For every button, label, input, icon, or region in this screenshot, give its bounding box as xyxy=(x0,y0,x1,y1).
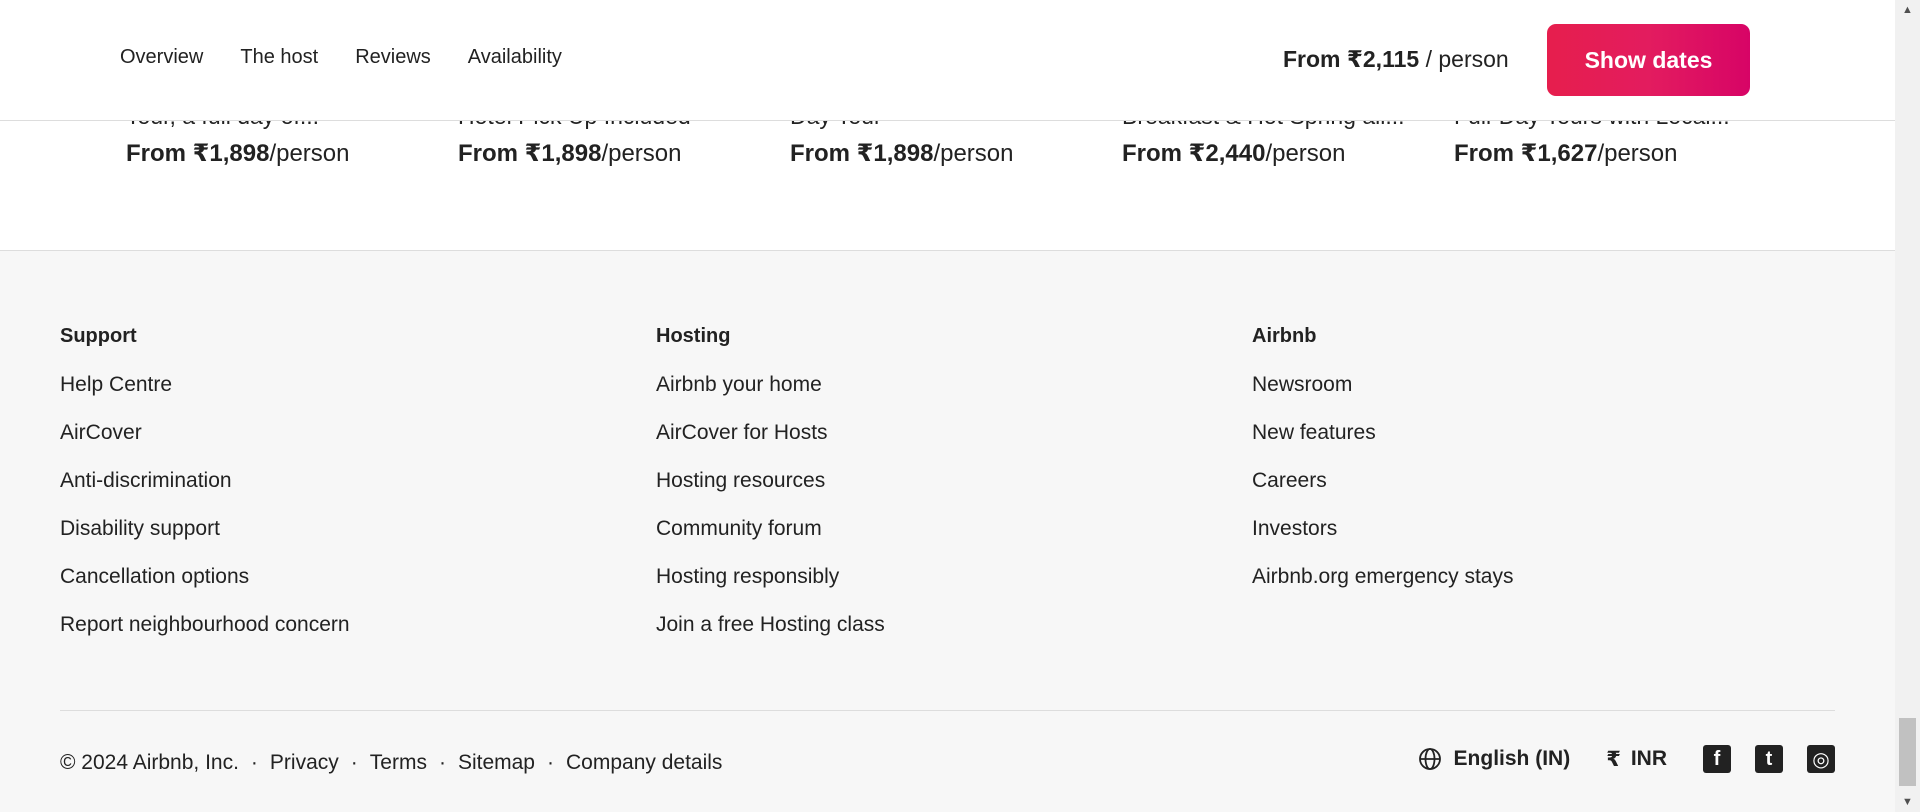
rupee-icon: ₹ xyxy=(1606,747,1621,771)
card-price-unit: /person xyxy=(933,140,1014,167)
header-price: From ₹2,115 / person xyxy=(1283,46,1509,73)
privacy-link[interactable]: Privacy xyxy=(270,751,339,775)
footer-link-community-forum[interactable]: Community forum xyxy=(656,516,885,564)
footer-link-cancellation-options[interactable]: Cancellation options xyxy=(60,564,350,612)
footer-column-title: Airbnb xyxy=(1252,325,1317,347)
footer: Support Help Centre AirCover Anti-discri… xyxy=(0,250,1895,812)
footer-link-hosting-class[interactable]: Join a free Hosting class xyxy=(656,612,885,660)
footer-link-anti-discrimination[interactable]: Anti-discrimination xyxy=(60,468,350,516)
footer-link-help-centre[interactable]: Help Centre xyxy=(60,372,350,420)
sticky-header: Overview The host Reviews Availability F… xyxy=(0,0,1895,121)
language-label: English (IN) xyxy=(1453,747,1571,770)
card-price-amount: From ₹1,627 xyxy=(1454,140,1598,167)
currency-button[interactable]: ₹ INR xyxy=(1606,747,1667,772)
card-price-unit: /person xyxy=(269,140,350,167)
nav-the-host[interactable]: The host xyxy=(240,46,318,69)
card-price-unit: /person xyxy=(601,140,682,167)
footer-link-aircover-for-hosts[interactable]: AirCover for Hosts xyxy=(656,420,885,468)
copyright: © 2024 Airbnb, Inc. xyxy=(60,751,239,774)
footer-link-hosting-resources[interactable]: Hosting resources xyxy=(656,468,885,516)
card-price-amount: From ₹1,898 xyxy=(126,140,270,167)
card-price-amount: From ₹1,898 xyxy=(458,140,602,167)
language-button[interactable]: English (IN) xyxy=(1418,747,1571,771)
footer-link-disability-support[interactable]: Disability support xyxy=(60,516,350,564)
page: Tour, a full day of... From ₹1,898/perso… xyxy=(0,0,1895,812)
header-price-unit: / person xyxy=(1419,46,1509,72)
card-price-unit: /person xyxy=(1265,140,1346,167)
card-price: From ₹1,898/person xyxy=(126,139,426,168)
footer-column-hosting: Hosting Airbnb your home AirCover for Ho… xyxy=(656,325,885,660)
footer-column-support: Support Help Centre AirCover Anti-discri… xyxy=(60,325,350,660)
separator-dot: · xyxy=(547,751,554,774)
footer-link-investors[interactable]: Investors xyxy=(1252,516,1513,564)
nav-overview[interactable]: Overview xyxy=(120,46,203,69)
card-price: From ₹2,440/person xyxy=(1122,139,1422,168)
social-links: f t ◎ xyxy=(1703,745,1835,773)
card-price-amount: From ₹2,440 xyxy=(1122,140,1266,167)
footer-column-airbnb: Airbnb Newsroom New features Careers Inv… xyxy=(1252,325,1513,612)
footer-column-title: Support xyxy=(60,325,137,347)
footer-settings: English (IN) ₹ INR f t ◎ xyxy=(1418,745,1835,773)
card-price-unit: /person xyxy=(1597,140,1678,167)
footer-link-newsroom[interactable]: Newsroom xyxy=(1252,372,1513,420)
separator-dot: · xyxy=(350,751,358,774)
footer-link-hosting-responsibly[interactable]: Hosting responsibly xyxy=(656,564,885,612)
instagram-icon[interactable]: ◎ xyxy=(1807,745,1835,773)
footer-link-careers[interactable]: Careers xyxy=(1252,468,1513,516)
scroll-up-arrow-icon[interactable]: ▲ xyxy=(1895,0,1920,20)
card-price: From ₹1,898/person xyxy=(790,139,1090,168)
footer-link-aircover[interactable]: AirCover xyxy=(60,420,350,468)
card-price: From ₹1,898/person xyxy=(458,139,758,168)
footer-legal: © 2024 Airbnb, Inc. · Privacy · Terms · … xyxy=(60,751,722,775)
footer-link-emergency-stays[interactable]: Airbnb.org emergency stays xyxy=(1252,564,1513,612)
sitemap-link[interactable]: Sitemap xyxy=(458,751,535,775)
scrollbar-thumb[interactable] xyxy=(1899,718,1916,786)
card-price-amount: From ₹1,898 xyxy=(790,140,934,167)
currency-label: INR xyxy=(1630,747,1667,770)
separator-dot: · xyxy=(438,751,446,774)
scroll-down-arrow-icon[interactable]: ▼ xyxy=(1895,792,1920,812)
footer-link-airbnb-your-home[interactable]: Airbnb your home xyxy=(656,372,885,420)
footer-link-report-neighbourhood-concern[interactable]: Report neighbourhood concern xyxy=(60,612,350,660)
show-dates-button[interactable]: Show dates xyxy=(1547,24,1750,96)
nav-availability[interactable]: Availability xyxy=(468,46,562,69)
twitter-icon[interactable]: t xyxy=(1755,745,1783,773)
facebook-icon[interactable]: f xyxy=(1703,745,1731,773)
card-price: From ₹1,627/person xyxy=(1454,139,1754,168)
header-price-amount: From ₹2,115 xyxy=(1283,46,1420,72)
globe-icon xyxy=(1418,748,1441,770)
nav-reviews[interactable]: Reviews xyxy=(355,46,431,69)
experience-cards: Tour, a full day of... From ₹1,898/perso… xyxy=(0,100,1895,250)
company-details-link[interactable]: Company details xyxy=(566,751,722,775)
vertical-scrollbar[interactable]: ▲ ▼ xyxy=(1895,0,1920,812)
footer-link-new-features[interactable]: New features xyxy=(1252,420,1513,468)
footer-column-title: Hosting xyxy=(656,325,731,347)
terms-link[interactable]: Terms xyxy=(370,751,427,775)
section-nav: Overview The host Reviews Availability xyxy=(120,46,562,69)
separator-dot: · xyxy=(250,751,258,774)
footer-divider xyxy=(60,710,1835,711)
